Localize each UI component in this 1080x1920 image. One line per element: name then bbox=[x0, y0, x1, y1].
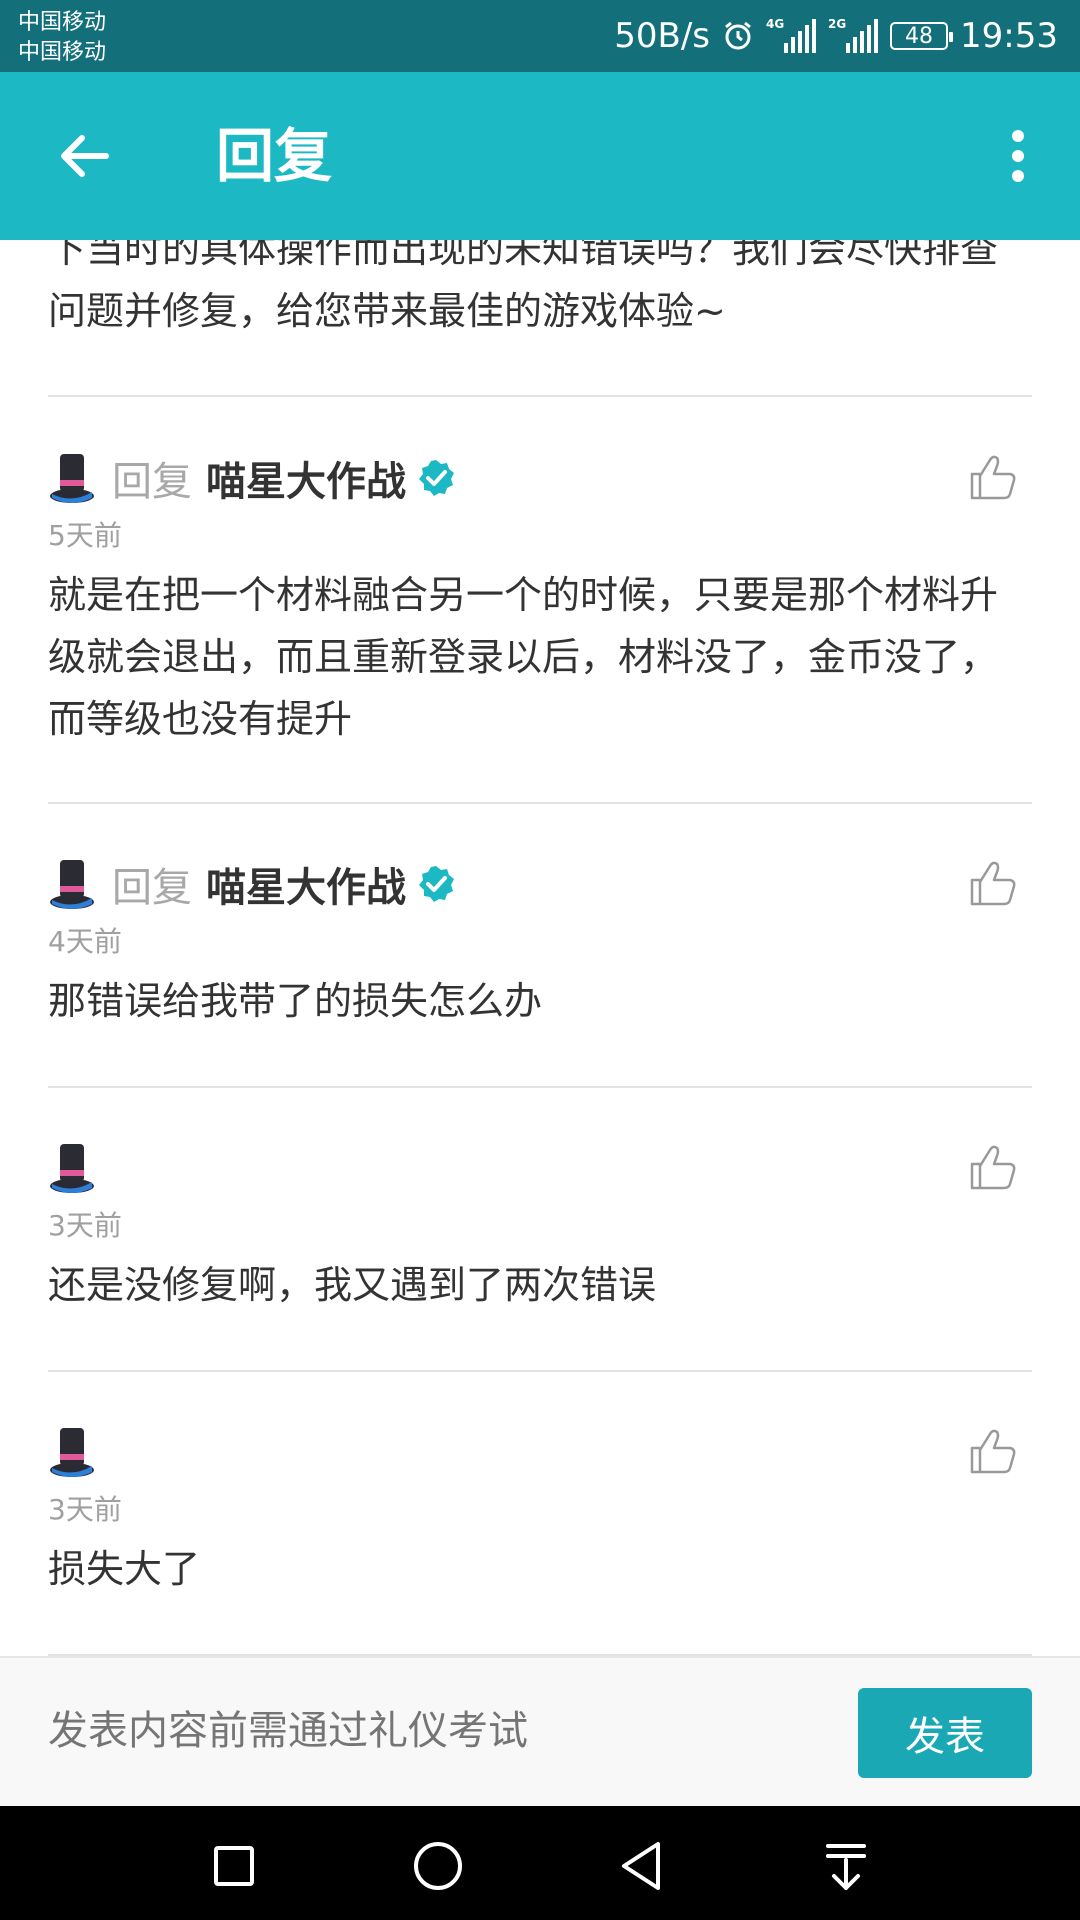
reply-header: 回复 喵星大作战 bbox=[112, 855, 456, 913]
carrier-label-1: 中国移动 bbox=[18, 10, 107, 35]
composer-bar: 发表 bbox=[0, 1656, 1080, 1806]
avatar[interactable] bbox=[48, 1426, 96, 1478]
reply-label: 回复 bbox=[112, 865, 192, 911]
reply-target-name[interactable]: 喵星大作战 bbox=[206, 449, 406, 507]
reply-text: 就是在把一个材料融合另一个的时候，只要是那个材料升级就会退出，而且重新登录以后，… bbox=[48, 573, 999, 741]
battery-icon: 48 bbox=[890, 22, 954, 50]
signal-4g-label: 4G bbox=[766, 17, 785, 31]
thumbs-up-icon[interactable] bbox=[968, 858, 1018, 908]
reply-text: 损失大了 bbox=[48, 1547, 201, 1591]
home-icon[interactable] bbox=[408, 1836, 468, 1896]
reply-time: 3天前 bbox=[48, 1493, 122, 1526]
post-button[interactable]: 发表 bbox=[858, 1688, 1032, 1778]
back-triangle-icon[interactable] bbox=[612, 1836, 672, 1896]
verified-badge-icon bbox=[419, 460, 454, 496]
carrier-info: 中国移动 中国移动 bbox=[18, 8, 106, 68]
reply-time: 4天前 bbox=[48, 925, 122, 958]
notification-pull-down-icon[interactable] bbox=[816, 1836, 876, 1896]
alarm-icon bbox=[725, 21, 751, 50]
divider bbox=[48, 395, 1032, 397]
reply-time: 5天前 bbox=[48, 519, 122, 552]
carrier-label-2: 中国移动 bbox=[18, 40, 107, 65]
app-bar: 回复 bbox=[0, 72, 1080, 240]
thumbs-up-icon[interactable] bbox=[968, 452, 1018, 502]
reply-list[interactable]: 下当时的具体操作而出现的未知错误吗？我们会尽快排查问题并修复，给您带来最佳的游戏… bbox=[0, 240, 1080, 1656]
page-title: 回复 bbox=[216, 122, 333, 190]
battery-level: 48 bbox=[905, 23, 934, 49]
comment-input[interactable] bbox=[48, 1686, 828, 1776]
reply-label: 回复 bbox=[112, 459, 192, 505]
divider bbox=[48, 802, 1032, 804]
thumbs-up-icon[interactable] bbox=[968, 1142, 1018, 1192]
previous-comment-text: 下当时的具体操作而出现的未知错误吗？我们会尽快排查问题并修复，给您带来最佳的游戏… bbox=[48, 240, 999, 333]
avatar[interactable] bbox=[48, 858, 96, 910]
avatar[interactable] bbox=[48, 1142, 96, 1194]
signal-2g-label: 2G bbox=[828, 17, 847, 31]
status-indicators: 50B/s 4G 2G 48 19:53 bbox=[614, 0, 1058, 72]
signal-4g-icon: 4G bbox=[766, 17, 817, 53]
divider bbox=[48, 1370, 1032, 1372]
reply-text: 那错误给我带了的损失怎么办 bbox=[48, 979, 543, 1023]
reply-time: 3天前 bbox=[48, 1209, 122, 1242]
avatar[interactable] bbox=[48, 452, 96, 504]
verified-badge-icon bbox=[419, 866, 454, 902]
reply-target-name[interactable]: 喵星大作战 bbox=[206, 855, 406, 913]
reply-header: 回复 喵星大作战 bbox=[112, 449, 456, 507]
reply-text: 还是没修复啊，我又遇到了两次错误 bbox=[48, 1263, 657, 1307]
network-speed: 50B/s bbox=[614, 16, 711, 56]
thumbs-up-icon[interactable] bbox=[968, 1426, 1018, 1476]
recent-apps-icon[interactable] bbox=[204, 1836, 264, 1896]
clock: 19:53 bbox=[960, 16, 1058, 56]
signal-2g-icon: 2G bbox=[828, 17, 879, 53]
system-nav-bar bbox=[0, 1806, 1080, 1920]
status-bar: 中国移动 中国移动 50B/s 4G 2G 48 19:53 bbox=[0, 0, 1080, 72]
more-vertical-icon[interactable] bbox=[982, 120, 1054, 192]
divider bbox=[48, 1086, 1032, 1088]
arrow-left-icon[interactable] bbox=[48, 120, 120, 192]
